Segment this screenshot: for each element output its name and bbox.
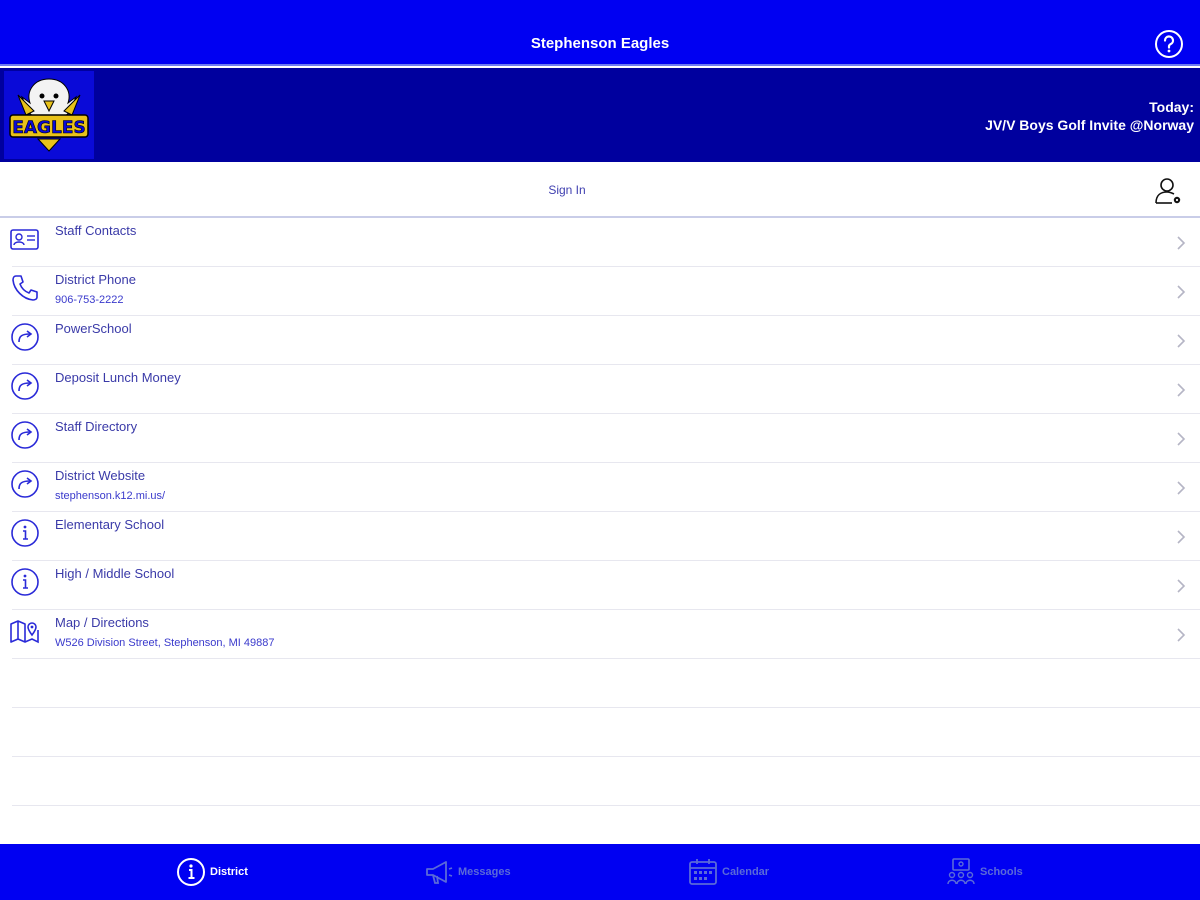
tab-label: Schools [980, 866, 1023, 878]
list-item-title: District Website [55, 468, 146, 483]
today-label: Today: [1149, 99, 1194, 115]
empty-row [12, 708, 1200, 757]
chevron-right-icon [1177, 481, 1186, 495]
list-item-title: PowerSchool [55, 321, 132, 336]
list-item-title: Staff Directory [55, 419, 138, 434]
school-banner: EAGLES Today: JV/V Boys Golf Invite @Nor… [0, 68, 1200, 162]
list-item-title: Map / Directions [55, 615, 149, 630]
list-item-title: Deposit Lunch Money [55, 370, 181, 385]
empty-row [12, 757, 1200, 806]
tab-calendar[interactable]: Calendar [688, 852, 769, 892]
chevron-right-icon [1177, 432, 1186, 446]
list-item-title: District Phone [55, 272, 136, 287]
link-arrow-icon [11, 372, 39, 400]
schools-icon [947, 858, 975, 885]
eagles-logo: EAGLES [4, 71, 94, 159]
info-icon [11, 568, 39, 596]
bottom-tab-bar: District Messages Calendar Schools [0, 844, 1200, 900]
list-item-elementary-school[interactable]: Elementary School [11, 512, 1200, 561]
sign-in-label[interactable]: Sign In [0, 183, 1134, 197]
list-item-subtitle: stephenson.k12.mi.us/ [55, 490, 166, 502]
list-item-subtitle: W526 Division Street, Stephenson, MI 498… [55, 637, 275, 649]
today-event-text: JV/V Boys Golf Invite @Norway [985, 117, 1194, 133]
list-item-title: Elementary School [55, 517, 165, 532]
list-item-subtitle: 906-753-2222 [55, 294, 124, 306]
tab-messages[interactable]: Messages [424, 852, 511, 892]
link-arrow-icon [11, 323, 39, 351]
chevron-right-icon [1177, 383, 1186, 397]
empty-row [12, 659, 1200, 708]
tab-label: District [210, 866, 248, 878]
map-icon [10, 620, 39, 644]
list-item-powerschool[interactable]: PowerSchool [11, 316, 1200, 365]
today-event[interactable]: Today: JV/V Boys Golf Invite @Norway [985, 98, 1194, 134]
chevron-right-icon [1177, 530, 1186, 544]
chevron-right-icon [1177, 236, 1186, 250]
list-item-deposit-lunch-money[interactable]: Deposit Lunch Money [11, 365, 1200, 414]
calendar-icon [689, 859, 717, 885]
list-item-map-directions[interactable]: Map / Directions W526 Division Street, S… [10, 610, 1200, 659]
list-item-staff-directory[interactable]: Staff Directory [11, 414, 1200, 463]
chevron-right-icon [1177, 579, 1186, 593]
sign-in-bar[interactable]: Sign In [0, 162, 1200, 218]
info-icon [11, 519, 39, 547]
list-item-district-website[interactable]: District Website stephenson.k12.mi.us/ [11, 463, 1200, 512]
megaphone-icon [426, 861, 453, 884]
link-arrow-icon [11, 470, 39, 498]
district-menu-list: Staff Contacts District Phone 906-753-22… [0, 218, 1200, 806]
tab-label: Calendar [722, 866, 770, 878]
chevron-right-icon [1177, 285, 1186, 299]
top-bar: Stephenson Eagles [0, 0, 1200, 66]
list-item-high-middle-school[interactable]: High / Middle School [11, 561, 1200, 610]
link-arrow-icon [11, 421, 39, 449]
list-item-title: Staff Contacts [55, 223, 137, 238]
list-item-staff-contacts[interactable]: Staff Contacts [10, 218, 1200, 267]
contact-card-icon [10, 229, 39, 250]
app-title: Stephenson Eagles [530, 35, 670, 52]
tab-district[interactable]: District [176, 852, 248, 892]
phone-icon [12, 275, 38, 301]
info-icon [177, 858, 205, 886]
list-item-district-phone[interactable]: District Phone 906-753-2222 [12, 267, 1200, 316]
tab-schools[interactable]: Schools [946, 852, 1023, 892]
tab-label: Messages [458, 866, 511, 878]
user-settings-icon[interactable] [1154, 176, 1184, 206]
chevron-right-icon [1177, 334, 1186, 348]
help-circle-icon[interactable] [1154, 29, 1184, 59]
list-item-title: High / Middle School [55, 566, 175, 581]
chevron-right-icon [1177, 628, 1186, 642]
svg-text:EAGLES: EAGLES [12, 118, 85, 138]
